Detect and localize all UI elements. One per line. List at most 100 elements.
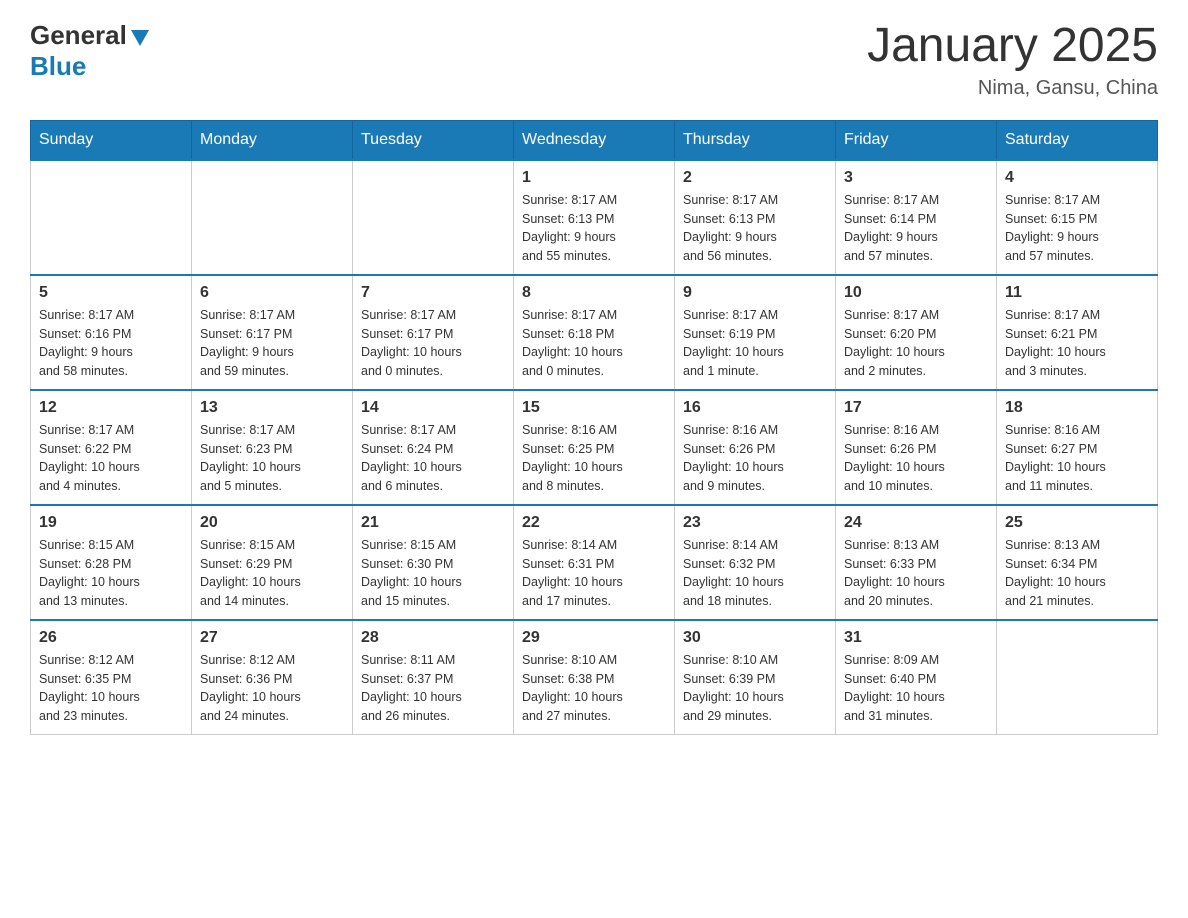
day-info: Sunrise: 8:15 AM Sunset: 6:29 PM Dayligh… [200, 536, 344, 611]
day-number: 21 [361, 514, 505, 532]
empty-cell [353, 160, 514, 275]
empty-cell [31, 160, 192, 275]
day-info: Sunrise: 8:17 AM Sunset: 6:13 PM Dayligh… [522, 191, 666, 266]
calendar-day-12: 12 Sunrise: 8:17 AM Sunset: 6:22 PM Dayli… [31, 390, 192, 505]
day-number: 16 [683, 399, 827, 417]
weekday-header-saturday: Saturday [997, 120, 1158, 160]
day-number: 24 [844, 514, 988, 532]
calendar-day-24: 24 Sunrise: 8:13 AM Sunset: 6:33 PM Dayli… [836, 505, 997, 620]
calendar-day-29: 29 Sunrise: 8:10 AM Sunset: 6:38 PM Dayli… [514, 620, 675, 735]
week-row-1: 1 Sunrise: 8:17 AM Sunset: 6:13 PM Daylig… [31, 160, 1158, 275]
calendar-day-18: 18 Sunrise: 8:16 AM Sunset: 6:27 PM Dayli… [997, 390, 1158, 505]
title-area: January 2025 Nima, Gansu, China [867, 20, 1158, 100]
day-info: Sunrise: 8:14 AM Sunset: 6:32 PM Dayligh… [683, 536, 827, 611]
calendar-day-19: 19Sunrise: 8:15 AM Sunset: 6:28 PM Dayli… [31, 505, 192, 620]
day-number: 10 [844, 284, 988, 302]
weekday-header-tuesday: Tuesday [353, 120, 514, 160]
day-info: Sunrise: 8:17 AM Sunset: 6:14 PM Dayligh… [844, 191, 988, 266]
day-number: 28 [361, 629, 505, 647]
day-info: Sunrise: 8:17 AM Sunset: 6:13 PM Dayligh… [683, 191, 827, 266]
calendar-day-23: 23Sunrise: 8:14 AM Sunset: 6:32 PM Dayli… [675, 505, 836, 620]
day-number: 19 [39, 514, 183, 532]
day-number: 13 [200, 399, 344, 417]
calendar-day-16: 16 Sunrise: 8:16 AM Sunset: 6:26 PM Dayli… [675, 390, 836, 505]
day-info: Sunrise: 8:17 AM Sunset: 6:22 PM Dayligh… [39, 421, 183, 496]
calendar-day-17: 17Sunrise: 8:16 AM Sunset: 6:26 PM Dayli… [836, 390, 997, 505]
calendar-day-4: 4 Sunrise: 8:17 AM Sunset: 6:15 PM Daylig… [997, 160, 1158, 275]
calendar-day-2: 2 Sunrise: 8:17 AM Sunset: 6:13 PM Daylig… [675, 160, 836, 275]
weekday-header-sunday: Sunday [31, 120, 192, 160]
day-number: 1 [522, 169, 666, 187]
week-row-2: 5Sunrise: 8:17 AM Sunset: 6:16 PM Daylig… [31, 275, 1158, 390]
logo-blue-text: Blue [30, 51, 86, 81]
day-number: 31 [844, 629, 988, 647]
logo: General Blue [30, 20, 151, 82]
day-info: Sunrise: 8:16 AM Sunset: 6:26 PM Dayligh… [683, 421, 827, 496]
day-info: Sunrise: 8:10 AM Sunset: 6:38 PM Dayligh… [522, 651, 666, 726]
empty-cell [997, 620, 1158, 735]
day-info: Sunrise: 8:16 AM Sunset: 6:26 PM Dayligh… [844, 421, 988, 496]
day-number: 20 [200, 514, 344, 532]
calendar-day-14: 14 Sunrise: 8:17 AM Sunset: 6:24 PM Dayli… [353, 390, 514, 505]
location-text: Nima, Gansu, China [867, 77, 1158, 100]
day-info: Sunrise: 8:10 AM Sunset: 6:39 PM Dayligh… [683, 651, 827, 726]
day-number: 29 [522, 629, 666, 647]
day-info: Sunrise: 8:13 AM Sunset: 6:34 PM Dayligh… [1005, 536, 1149, 611]
calendar-day-13: 13 Sunrise: 8:17 AM Sunset: 6:23 PM Dayli… [192, 390, 353, 505]
day-number: 11 [1005, 284, 1149, 302]
day-info: Sunrise: 8:12 AM Sunset: 6:35 PM Dayligh… [39, 651, 183, 726]
calendar-day-1: 1 Sunrise: 8:17 AM Sunset: 6:13 PM Daylig… [514, 160, 675, 275]
day-number: 9 [683, 284, 827, 302]
day-number: 26 [39, 629, 183, 647]
calendar-day-20: 20 Sunrise: 8:15 AM Sunset: 6:29 PM Dayli… [192, 505, 353, 620]
week-row-4: 19Sunrise: 8:15 AM Sunset: 6:28 PM Dayli… [31, 505, 1158, 620]
calendar-day-25: 25 Sunrise: 8:13 AM Sunset: 6:34 PM Dayli… [997, 505, 1158, 620]
calendar-day-28: 28Sunrise: 8:11 AM Sunset: 6:37 PM Dayli… [353, 620, 514, 735]
day-info: Sunrise: 8:14 AM Sunset: 6:31 PM Dayligh… [522, 536, 666, 611]
day-number: 2 [683, 169, 827, 187]
day-number: 3 [844, 169, 988, 187]
calendar-table: SundayMondayTuesdayWednesdayThursdayFrid… [30, 120, 1158, 735]
weekday-header-friday: Friday [836, 120, 997, 160]
calendar-day-11: 11 Sunrise: 8:17 AM Sunset: 6:21 PM Dayli… [997, 275, 1158, 390]
day-number: 7 [361, 284, 505, 302]
calendar-day-26: 26 Sunrise: 8:12 AM Sunset: 6:35 PM Dayli… [31, 620, 192, 735]
calendar-day-22: 22Sunrise: 8:14 AM Sunset: 6:31 PM Dayli… [514, 505, 675, 620]
day-number: 18 [1005, 399, 1149, 417]
day-number: 4 [1005, 169, 1149, 187]
calendar-day-10: 10 Sunrise: 8:17 AM Sunset: 6:20 PM Dayli… [836, 275, 997, 390]
page-header: General Blue January 2025 Nima, Gansu, C… [30, 20, 1158, 100]
calendar-day-15: 15 Sunrise: 8:16 AM Sunset: 6:25 PM Dayli… [514, 390, 675, 505]
day-number: 27 [200, 629, 344, 647]
day-number: 25 [1005, 514, 1149, 532]
day-info: Sunrise: 8:17 AM Sunset: 6:18 PM Dayligh… [522, 306, 666, 381]
weekday-header-monday: Monday [192, 120, 353, 160]
logo-triangle-icon [129, 26, 151, 48]
calendar-day-8: 8Sunrise: 8:17 AM Sunset: 6:18 PM Daylig… [514, 275, 675, 390]
day-info: Sunrise: 8:09 AM Sunset: 6:40 PM Dayligh… [844, 651, 988, 726]
day-info: Sunrise: 8:17 AM Sunset: 6:23 PM Dayligh… [200, 421, 344, 496]
calendar-day-7: 7 Sunrise: 8:17 AM Sunset: 6:17 PM Daylig… [353, 275, 514, 390]
day-info: Sunrise: 8:17 AM Sunset: 6:19 PM Dayligh… [683, 306, 827, 381]
month-title: January 2025 [867, 20, 1158, 73]
day-info: Sunrise: 8:17 AM Sunset: 6:24 PM Dayligh… [361, 421, 505, 496]
day-info: Sunrise: 8:16 AM Sunset: 6:25 PM Dayligh… [522, 421, 666, 496]
week-row-5: 26 Sunrise: 8:12 AM Sunset: 6:35 PM Dayli… [31, 620, 1158, 735]
week-row-3: 12 Sunrise: 8:17 AM Sunset: 6:22 PM Dayli… [31, 390, 1158, 505]
weekday-header-wednesday: Wednesday [514, 120, 675, 160]
day-info: Sunrise: 8:13 AM Sunset: 6:33 PM Dayligh… [844, 536, 988, 611]
day-info: Sunrise: 8:17 AM Sunset: 6:15 PM Dayligh… [1005, 191, 1149, 266]
day-info: Sunrise: 8:17 AM Sunset: 6:20 PM Dayligh… [844, 306, 988, 381]
day-info: Sunrise: 8:15 AM Sunset: 6:30 PM Dayligh… [361, 536, 505, 611]
day-number: 15 [522, 399, 666, 417]
day-number: 14 [361, 399, 505, 417]
day-number: 12 [39, 399, 183, 417]
day-info: Sunrise: 8:17 AM Sunset: 6:21 PM Dayligh… [1005, 306, 1149, 381]
calendar-day-31: 31 Sunrise: 8:09 AM Sunset: 6:40 PM Dayli… [836, 620, 997, 735]
day-info: Sunrise: 8:17 AM Sunset: 6:17 PM Dayligh… [361, 306, 505, 381]
day-info: Sunrise: 8:16 AM Sunset: 6:27 PM Dayligh… [1005, 421, 1149, 496]
day-info: Sunrise: 8:12 AM Sunset: 6:36 PM Dayligh… [200, 651, 344, 726]
weekday-header-thursday: Thursday [675, 120, 836, 160]
calendar-header-row: SundayMondayTuesdayWednesdayThursdayFrid… [31, 120, 1158, 160]
calendar-day-21: 21 Sunrise: 8:15 AM Sunset: 6:30 PM Dayli… [353, 505, 514, 620]
